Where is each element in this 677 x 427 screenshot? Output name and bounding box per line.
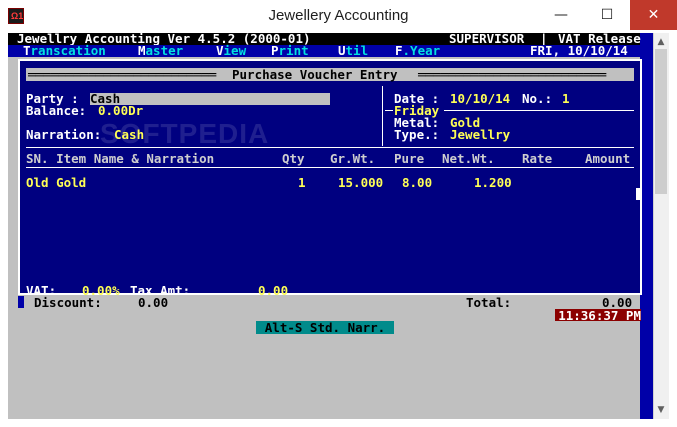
user-role: SUPERVISOR [449, 31, 525, 46]
row-pure[interactable]: 8.00 [402, 176, 432, 190]
title-rule-right: ═════════════════════════ [418, 67, 607, 82]
row-qty[interactable]: 1 [298, 176, 306, 190]
row-grwt[interactable]: 15.000 [338, 176, 383, 190]
menu-view[interactable]: View [216, 44, 246, 58]
table-header-rule [26, 167, 634, 168]
discount-value[interactable]: 0.00 [138, 296, 168, 310]
form-title-bar: ═════════════════════════ Purchase Vouch… [26, 67, 634, 82]
menu-master[interactable]: Master [138, 44, 183, 58]
form-title: Purchase Voucher Entry [232, 67, 398, 82]
column-amount: Amount [585, 151, 631, 166]
column-grwt: Gr.Wt. [330, 151, 376, 166]
row-item[interactable]: Old Gold [26, 176, 86, 190]
voucher-no-label: No.: [522, 91, 553, 106]
minimize-button[interactable]: — [538, 0, 584, 30]
column-rate: Rate [522, 151, 553, 166]
form-divider-vertical [382, 86, 383, 146]
status-clock: 11:36:37 PM [555, 309, 641, 323]
menu-util[interactable]: Util [338, 44, 368, 58]
narration-label: Narration: [26, 127, 102, 142]
column-netwt: Net.Wt. [442, 151, 495, 166]
menu-print[interactable]: Print [271, 44, 309, 58]
date-input[interactable]: 10/10/14 [450, 92, 510, 106]
form-divider-top [26, 147, 634, 148]
row-netwt[interactable]: 1.200 [474, 176, 512, 190]
menu-fyear[interactable]: F.Year [395, 44, 440, 58]
tax-amount-value: 0.00 [258, 283, 289, 298]
day-rule-left [385, 110, 393, 111]
type-value[interactable]: Jewellry [450, 128, 510, 142]
menu-date: FRI, 10/10/14 [530, 43, 628, 58]
maximize-button[interactable]: ☐ [584, 0, 630, 30]
footer-marker [18, 296, 24, 308]
scroll-up-arrow-icon[interactable]: ▲ [653, 34, 669, 50]
voucher-no-value[interactable]: 1 [562, 92, 570, 106]
title-rule-left: ═════════════════════════ [28, 67, 217, 82]
column-pure: Pure [394, 151, 425, 166]
row-marker [636, 188, 642, 200]
discount-label: Discount: [34, 295, 102, 310]
close-button[interactable]: ✕ [630, 0, 677, 30]
window-title-bar[interactable]: Ω1 Jewellery Accounting — ☐ ✕ [0, 0, 677, 33]
column-qty: Qty [282, 151, 305, 166]
balance-label: Balance: [26, 103, 87, 118]
column-item: SN. Item Name & Narration [26, 151, 215, 166]
narration-input[interactable]: Cash [114, 128, 144, 142]
day-rule-right [444, 110, 634, 111]
menu-bar: Transcation Master View Print Util F.Yea… [8, 43, 640, 58]
total-label: Total: [466, 295, 512, 310]
balance-value: 0.00Dr [98, 103, 144, 118]
std-narration-hint-button[interactable]: Alt-S Std. Narr. [256, 321, 394, 335]
menu-transcation[interactable]: Transcation [23, 44, 106, 58]
scrollbar-thumb[interactable] [655, 49, 667, 194]
type-label: Type.: [394, 127, 440, 142]
scroll-down-arrow-icon[interactable]: ▼ [653, 402, 669, 418]
